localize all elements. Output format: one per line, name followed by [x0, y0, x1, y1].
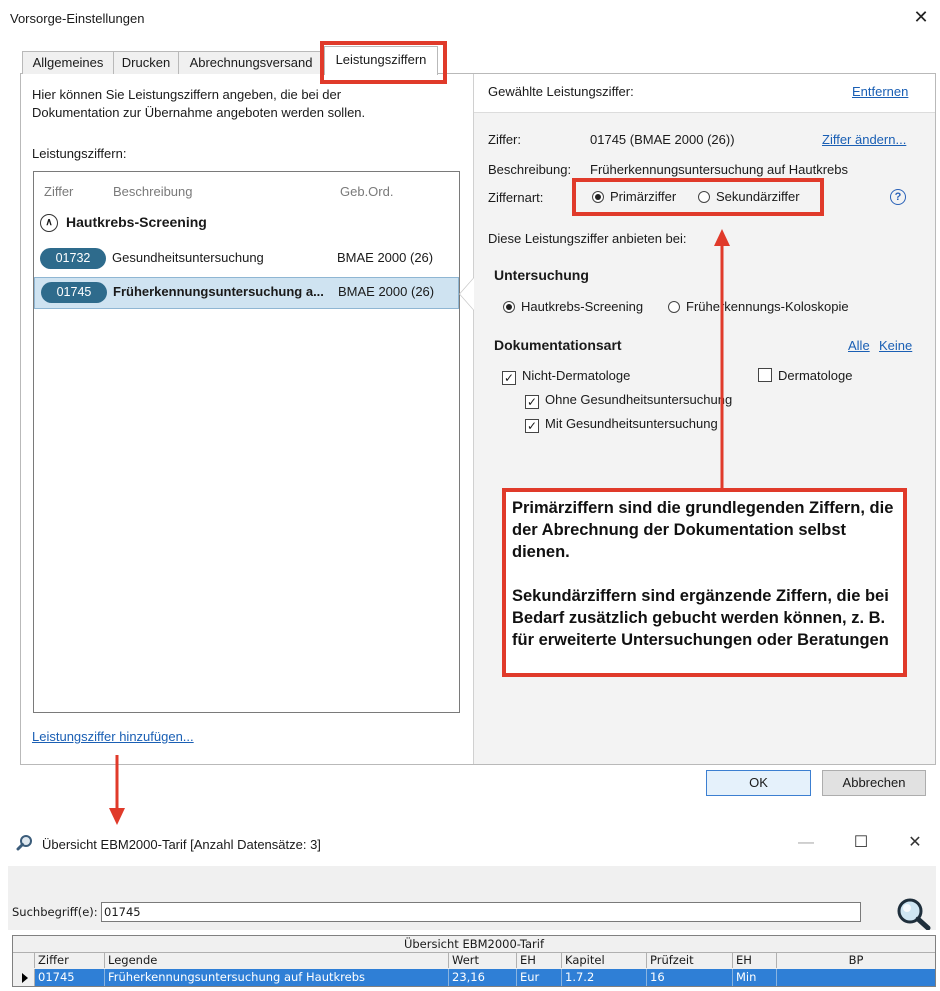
leistungsziffer-list[interactable]: Ziffer Beschreibung Geb.Ord. ∧ Hautkrebs-… — [33, 171, 460, 713]
annotation-primaer: Primärziffern sind die grundlegenden Zif… — [512, 499, 894, 561]
row-gebord: BMAE 2000 (26) — [337, 250, 434, 265]
minimize-icon[interactable]: — — [796, 833, 816, 853]
magnifier-icon — [16, 835, 32, 851]
col-bp[interactable]: BP — [777, 953, 935, 968]
checkmark-icon: ✓ — [525, 419, 539, 433]
keine-link[interactable]: Keine — [879, 338, 912, 353]
radio-hautkrebs[interactable]: Hautkrebs-Screening — [503, 299, 643, 314]
tab-drucken[interactable]: Drucken — [113, 51, 179, 74]
cell-wert[interactable]: 23,16 — [449, 969, 517, 986]
ziffer-badge: 01745 — [41, 282, 107, 303]
list-item-selected[interactable]: 01745 Früherkennungsuntersuchung a... BM… — [34, 277, 459, 309]
change-ziffer-link[interactable]: Ziffer ändern... — [822, 132, 906, 147]
cell-bp[interactable] — [777, 969, 935, 986]
annotation-sekundaer: Sekundärziffern sind ergänzende Ziffern,… — [512, 587, 889, 649]
tarif-grid[interactable]: Übersicht EBM2000-Tarif Ziffer Legende W… — [12, 935, 936, 987]
tab-allgemeines[interactable]: Allgemeines — [22, 51, 114, 74]
help-icon[interactable]: ? — [890, 189, 906, 205]
row-description: Früherkennungsuntersuchung a... — [113, 284, 324, 299]
alle-link[interactable]: Alle — [848, 338, 870, 353]
doku-title: Dokumentationsart — [494, 337, 622, 353]
dermatologe-checkbox[interactable]: Dermatologe — [758, 368, 852, 383]
pane-divider — [473, 74, 474, 764]
col-eh[interactable]: EH — [517, 953, 562, 968]
col-gebord[interactable]: Geb.Ord. — [340, 184, 393, 199]
beschreibung-value: Früherkennungsuntersuchung auf Hautkrebs — [590, 162, 848, 177]
dialog-title: Vorsorge-Einstellungen — [10, 11, 145, 26]
nicht-dermatologe-checkbox[interactable]: ✓ Nicht-Dermatologe — [502, 368, 630, 385]
group-label: Hautkrebs-Screening — [66, 214, 207, 230]
cell-pruefzeit[interactable]: 16 — [647, 969, 733, 986]
radio-checked-icon — [503, 301, 515, 313]
checkmark-icon: ✓ — [502, 371, 516, 385]
remove-link[interactable]: Entfernen — [852, 84, 908, 99]
highlight-ziffernart — [572, 178, 824, 216]
cell-eh2[interactable]: Min — [733, 969, 777, 986]
tab-leistungsziffern[interactable]: Leistungsziffern — [324, 46, 438, 75]
selection-pointer-fill — [460, 278, 474, 310]
maximize-icon[interactable]: ☐ — [851, 833, 871, 853]
mit-gu-checkbox[interactable]: ✓ Mit Gesundheitsuntersuchung — [525, 416, 718, 433]
search-label: Suchbegriff(e): — [12, 905, 98, 919]
toolbar-band — [8, 866, 936, 896]
col-wert[interactable]: Wert — [449, 953, 517, 968]
beschreibung-label: Beschreibung: — [488, 162, 572, 177]
add-leistungsziffer-link[interactable]: Leistungsziffer hinzufügen... — [32, 729, 194, 744]
offer-label: Diese Leistungsziffer anbieten bei: — [488, 231, 687, 246]
ohne-gu-checkbox[interactable]: ✓ Ohne Gesundheitsuntersuchung — [525, 392, 732, 409]
checkbox-empty-icon — [758, 368, 772, 382]
col-pruefzeit[interactable]: Prüfzeit — [647, 953, 733, 968]
cancel-button[interactable]: Abbrechen — [822, 770, 926, 796]
col-legende[interactable]: Legende — [105, 953, 449, 968]
cell-kapitel[interactable]: 1.7.2 — [562, 969, 647, 986]
ziffer-badge: 01732 — [40, 248, 106, 269]
col-ziffer[interactable]: Ziffer — [44, 184, 73, 199]
list-label: Leistungsziffern: — [32, 146, 127, 161]
row-description: Gesundheitsuntersuchung — [112, 250, 264, 265]
cell-legende[interactable]: Früherkennungsuntersuchung auf Hautkrebs — [105, 969, 449, 986]
close-icon[interactable]: ✕ — [910, 6, 932, 28]
grid-corner — [13, 953, 35, 968]
close-icon[interactable]: ✕ — [905, 833, 925, 853]
tab-abrechnungsversand[interactable]: Abrechnungsversand — [178, 51, 324, 74]
list-item[interactable]: 01732 Gesundheitsuntersuchung BMAE 2000 … — [34, 243, 459, 275]
tab-strip: Allgemeines Drucken Abrechnungsversand L… — [20, 46, 930, 75]
untersuchung-title: Untersuchung — [494, 267, 589, 283]
col-kapitel[interactable]: Kapitel — [562, 953, 647, 968]
derm-label: Dermatologe — [778, 368, 853, 383]
row-pointer-icon — [13, 969, 35, 986]
col-beschreibung[interactable]: Beschreibung — [113, 184, 193, 199]
intro-text: Hier können Sie Leistungsziffern angeben… — [32, 87, 366, 120]
ziffernart-label: Ziffernart: — [488, 190, 544, 205]
ohne-gu-label: Ohne Gesundheitsuntersuchung — [545, 392, 733, 407]
chevron-up-icon[interactable]: ∧ — [40, 214, 58, 233]
checkmark-icon: ✓ — [525, 395, 539, 409]
ziffer-value: 01745 (BMAE 2000 (26)) — [590, 132, 735, 147]
nicht-derm-label: Nicht-Dermatologe — [522, 368, 631, 383]
col-ziffer[interactable]: Ziffer — [35, 953, 105, 968]
col-eh2[interactable]: EH — [733, 953, 777, 968]
annotation-callout: Primärziffern sind die grundlegenden Zif… — [502, 488, 907, 677]
grid-caption: Übersicht EBM2000-Tarif — [13, 936, 935, 953]
window-title: Übersicht EBM2000-Tarif [Anzahl Datensät… — [42, 837, 321, 852]
cell-ziffer[interactable]: 01745 — [35, 969, 105, 986]
mit-gu-label: Mit Gesundheitsuntersuchung — [545, 416, 718, 431]
ziffer-label: Ziffer: — [488, 132, 521, 147]
group-header[interactable]: ∧ Hautkrebs-Screening — [40, 214, 207, 233]
search-icon[interactable] — [893, 896, 933, 930]
ok-button[interactable]: OK — [706, 770, 811, 796]
koloskopie-label: Früherkennungs-Koloskopie — [686, 299, 849, 314]
cell-eh[interactable]: Eur — [517, 969, 562, 986]
radio-koloskopie[interactable]: Früherkennungs-Koloskopie — [668, 299, 849, 314]
hautkrebs-label: Hautkrebs-Screening — [521, 299, 644, 314]
row-gebord: BMAE 2000 (26) — [338, 284, 435, 299]
selected-header: Gewählte Leistungsziffer: — [488, 84, 634, 99]
radio-unchecked-icon — [668, 301, 680, 313]
search-input[interactable]: 01745 — [101, 902, 861, 922]
